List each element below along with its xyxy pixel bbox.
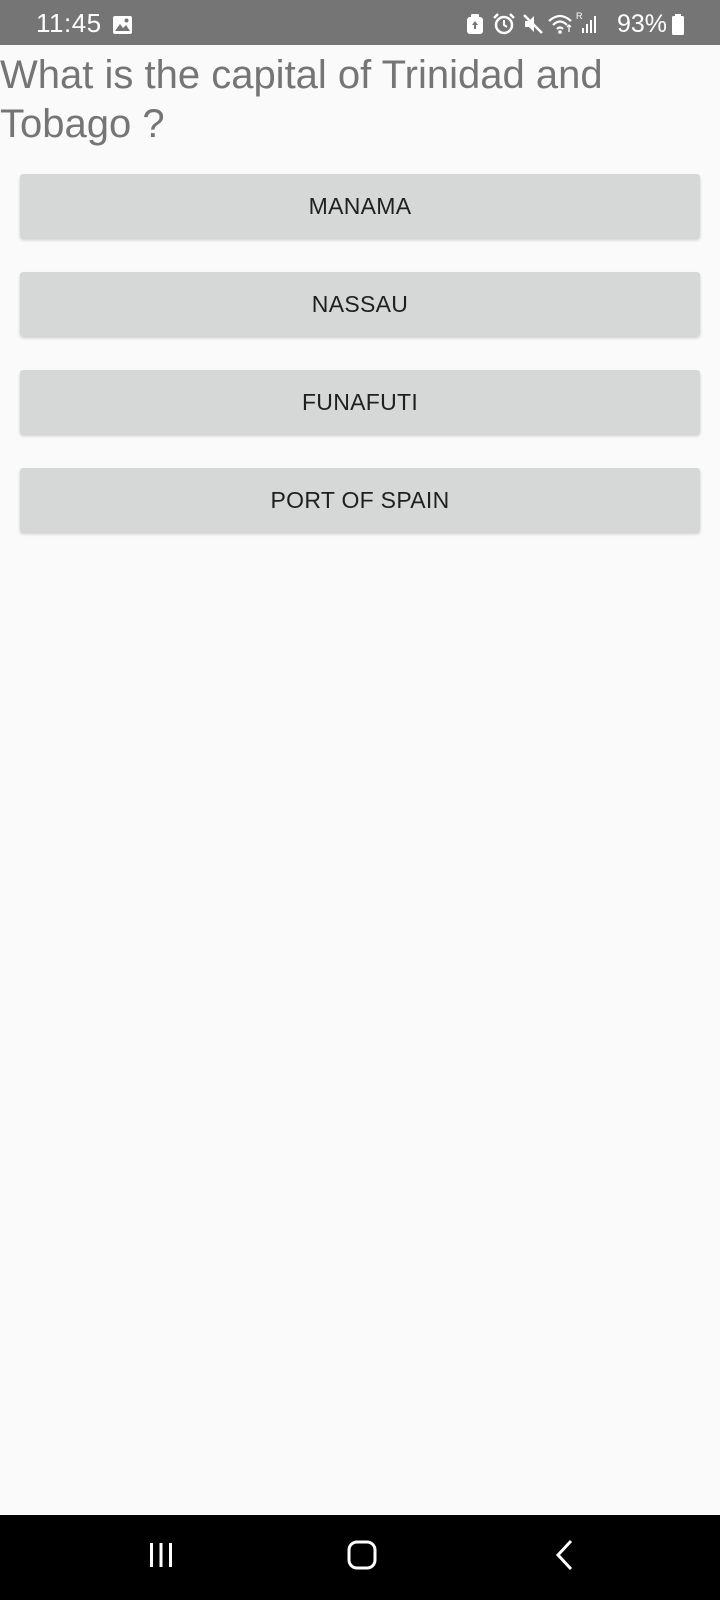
status-time: 11:45 bbox=[36, 8, 102, 38]
answer-button-nassau[interactable]: NASSAU bbox=[20, 272, 700, 336]
home-icon bbox=[347, 1540, 377, 1575]
home-button[interactable] bbox=[302, 1515, 422, 1600]
answer-button-manama[interactable]: MANAMA bbox=[20, 174, 700, 238]
status-bar: 11:45 R 93% bbox=[0, 0, 720, 45]
navigation-bar bbox=[0, 1515, 720, 1600]
back-icon bbox=[553, 1539, 577, 1576]
battery-icon bbox=[671, 14, 685, 41]
mute-icon bbox=[522, 13, 544, 40]
image-icon bbox=[112, 15, 133, 35]
back-button[interactable] bbox=[505, 1515, 625, 1600]
question-text: What is the capital of Trinidad and Toba… bbox=[0, 53, 603, 146]
answer-button-funafuti[interactable]: FUNAFUTI bbox=[20, 370, 700, 434]
svg-text:R: R bbox=[576, 11, 583, 21]
recent-apps-button[interactable] bbox=[101, 1515, 221, 1600]
recent-apps-icon bbox=[146, 1541, 176, 1574]
answer-options: MANAMA NASSAU FUNAFUTI PORT OF SPAIN bbox=[20, 174, 700, 566]
alarm-icon bbox=[492, 13, 516, 40]
signal-icon: R bbox=[576, 11, 598, 40]
cleaner-icon bbox=[466, 13, 484, 40]
battery-level: 93% bbox=[617, 10, 668, 38]
answer-button-port-of-spain[interactable]: PORT OF SPAIN bbox=[20, 468, 700, 532]
wifi-icon bbox=[547, 13, 573, 40]
